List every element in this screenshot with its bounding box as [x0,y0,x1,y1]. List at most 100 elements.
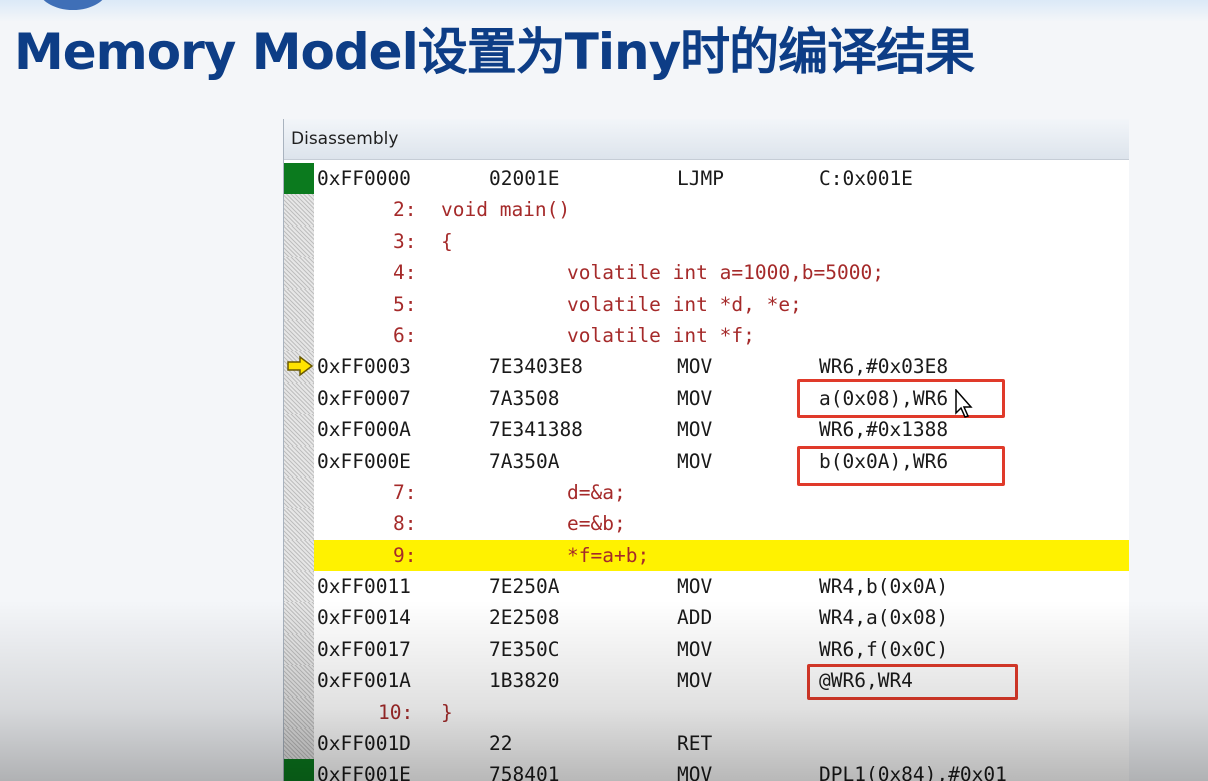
instruction-operands: WR6,#0x1388 [819,418,949,442]
instruction-address: 0xFF001D [317,732,411,756]
instruction-operands: @WR6,WR4 [819,669,913,693]
gutter[interactable] [284,445,314,477]
instruction-mnemonic: MOV [677,355,713,379]
gutter[interactable] [284,508,314,540]
source-line-row[interactable]: 7: d=&a; [284,476,1129,509]
source-statement: volatile int *d, *e; [567,292,802,316]
source-line-row[interactable]: 2: void main() [284,194,1129,226]
instruction-row[interactable]: 0xFF0011 7E250A MOV WR4,b(0x0A) [284,571,1129,603]
instruction-address: 0xFF001A [317,669,411,693]
source-statement: void main() [441,198,571,222]
instruction-row[interactable]: 0xFF000A 7E341388 MOV WR6,#0x1388 [284,414,1129,446]
instruction-row[interactable]: 0xFF0017 7E350C MOV WR6,f(0x0C) [284,633,1129,666]
instruction-row[interactable]: 0xFF001D 22 RET [284,728,1129,760]
instruction-row[interactable]: 0xFF0007 7A3508 MOV a(0x08),WR6 [284,382,1129,415]
instruction-mnemonic: MOV [677,637,713,661]
gutter[interactable] [284,414,314,446]
gutter[interactable] [284,382,314,415]
instruction-mnemonic: MOV [677,575,713,599]
source-line-number: 6: [393,323,417,347]
gutter[interactable] [284,539,314,572]
instruction-row[interactable]: 0xFF001A 1B3820 MOV @WR6,WR4 [284,665,1129,697]
gutter[interactable] [284,633,314,666]
instruction-address: 0xFF0014 [317,606,411,630]
source-line-number: 2: [393,198,417,222]
instruction-opcode: 7E341388 [489,418,583,442]
instruction-operands: DPL1(0x84),#0x01 [819,763,1007,781]
instruction-operands: a(0x08),WR6 [819,386,949,410]
gutter[interactable] [284,728,314,760]
instruction-address: 0xFF0003 [317,355,411,379]
gutter[interactable] [284,696,314,729]
instruction-mnemonic: MOV [677,386,713,410]
source-line-row[interactable]: 10:} [284,696,1129,729]
source-line-number: 4: [393,261,417,285]
instruction-operands: WR6,#0x03E8 [819,355,949,379]
disassembly-window[interactable]: Disassembly 0xFF0000 02001E LJMP C:0x001E 2:… [283,119,1129,781]
instruction-opcode: 7E350C [489,637,560,661]
instruction-row[interactable]: 0xFF0000 02001E LJMP C:0x001E [284,163,1129,195]
instruction-operands: WR4,b(0x0A) [819,575,949,599]
instruction-mnemonic: MOV [677,669,713,693]
window-titlebar[interactable]: Disassembly [284,119,1129,160]
instruction-row[interactable]: 0xFF001E 758401 MOV DPL1(0x84),#0x01 [284,759,1129,781]
source-statement: e=&b; [567,512,626,536]
source-statement: *f=a+b; [567,543,650,567]
gutter[interactable] [284,194,314,226]
source-line-row[interactable]: 5: volatile int *d, *e; [284,288,1129,320]
instruction-address: 0xFF0017 [317,637,411,661]
source-line-row[interactable]: 8: e=&b; [284,508,1129,540]
gutter[interactable] [284,288,314,320]
instruction-address: 0xFF0011 [317,575,411,599]
slide-title: Memory Model设置为Tiny时的编译结果 [14,23,975,81]
gutter[interactable] [284,571,314,603]
gutter[interactable] [284,225,314,258]
source-line-number: 5: [393,292,417,316]
instruction-opcode: 758401 [489,763,560,781]
disassembly-listing[interactable]: 0xFF0000 02001E LJMP C:0x001E 2: void main() 3… [284,163,1129,781]
instruction-row[interactable]: 0xFF000E 7A350A MOV b(0x0A),WR6 [284,445,1129,477]
source-line-number: 8: [393,512,417,536]
current-instruction-arrow-icon [286,355,314,377]
instruction-mnemonic: ADD [677,606,713,630]
instruction-operands: C:0x001E [819,167,913,190]
source-statement: } [441,700,453,724]
instruction-mnemonic: LJMP [677,167,724,190]
source-statement: d=&a; [567,480,626,504]
instruction-opcode: 7A3508 [489,386,560,410]
executed-line-marker[interactable] [284,759,314,781]
gutter[interactable] [284,319,314,352]
gutter[interactable] [284,257,314,289]
source-line-row[interactable]: 4: volatile int a=1000,b=5000; [284,257,1129,289]
instruction-row[interactable]: 0xFF0014 2E2508 ADD WR4,a(0x08) [284,602,1129,634]
gutter[interactable] [284,665,314,697]
instruction-address: 0xFF0007 [317,386,411,410]
gutter[interactable] [284,602,314,634]
source-line-number: 9: [393,543,417,567]
source-statement: { [441,229,453,253]
instruction-opcode: 1B3820 [489,669,560,693]
gutter[interactable] [284,476,314,509]
instruction-address: 0xFF000E [317,449,411,473]
instruction-operands: WR4,a(0x08) [819,606,949,630]
instruction-opcode: 22 [489,732,513,756]
instruction-address: 0xFF001E [317,763,411,781]
executed-line-marker[interactable] [284,163,314,195]
instruction-mnemonic: MOV [677,449,713,473]
instruction-mnemonic: MOV [677,763,713,781]
window-title: Disassembly [291,129,399,149]
instruction-mnemonic: MOV [677,418,713,442]
instruction-operands: b(0x0A),WR6 [819,449,949,473]
instruction-mnemonic: RET [677,732,713,756]
source-line-row[interactable]: 3: { [284,225,1129,258]
instruction-opcode: 7E3403E8 [489,355,583,379]
source-line-row[interactable]: 9: *f=a+b; [284,539,1129,572]
instruction-opcode: 7A350A [489,449,560,473]
source-line-number: 3: [393,229,417,253]
source-line-row[interactable]: 6: volatile int *f; [284,319,1129,352]
instruction-address: 0xFF0000 [317,167,411,190]
instruction-operands: WR6,f(0x0C) [819,637,949,661]
instruction-opcode: 02001E [489,167,560,190]
instruction-opcode: 2E2508 [489,606,560,630]
instruction-row[interactable]: 0xFF0003 7E3403E8 MOV WR6,#0x03E8 [284,351,1129,383]
